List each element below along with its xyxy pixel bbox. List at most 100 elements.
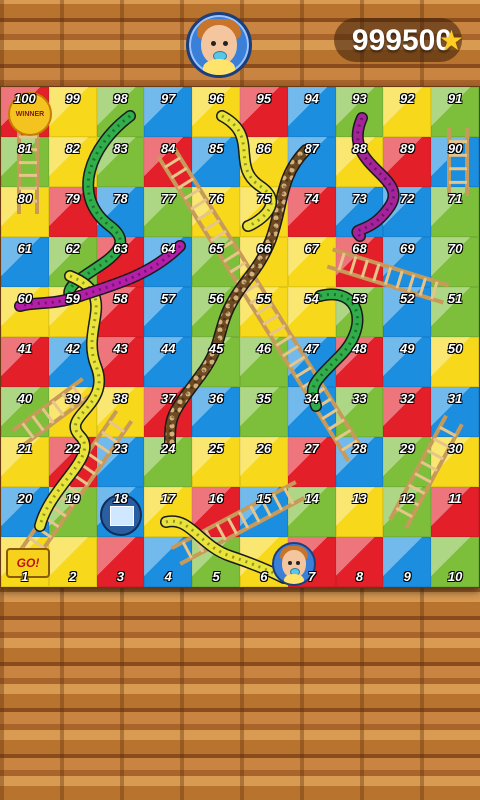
board-cell[interactable]: 66 bbox=[239, 237, 288, 287]
board-cell[interactable]: 99 bbox=[48, 87, 97, 137]
board-cell[interactable]: 23 bbox=[96, 437, 145, 487]
board-cell[interactable]: 81 bbox=[1, 137, 49, 187]
board-cell[interactable]: 21 bbox=[1, 437, 49, 487]
board-cell[interactable]: 45 bbox=[192, 337, 240, 387]
board-cell[interactable]: 73 bbox=[335, 187, 384, 237]
board-cell[interactable]: 27 bbox=[287, 437, 336, 487]
board-cell[interactable]: 52 bbox=[383, 287, 432, 337]
board-cell[interactable]: 44 bbox=[144, 337, 193, 387]
board-cell[interactable]: 32 bbox=[383, 387, 432, 437]
board-cell[interactable]: 71 bbox=[431, 187, 479, 237]
board-cell[interactable]: 25 bbox=[192, 437, 240, 487]
board-cell[interactable]: 34 bbox=[287, 387, 336, 437]
board-cell[interactable]: 14 bbox=[287, 487, 336, 537]
board-cell[interactable]: 40 bbox=[1, 387, 49, 437]
board-cell[interactable]: 12 bbox=[383, 487, 432, 537]
board-cell[interactable]: 84 bbox=[144, 137, 193, 187]
cell-number: 89 bbox=[400, 141, 415, 156]
board-cell[interactable]: 59 bbox=[48, 287, 97, 337]
board-cell[interactable]: 69 bbox=[383, 237, 432, 287]
board-cell[interactable]: 10 bbox=[431, 537, 479, 587]
board-cell[interactable]: 80 bbox=[1, 187, 49, 237]
board-cell[interactable]: 82 bbox=[48, 137, 97, 187]
board-cell[interactable]: 39 bbox=[48, 387, 97, 437]
board-cell[interactable]: 57 bbox=[144, 287, 193, 337]
board-cell[interactable]: 30 bbox=[431, 437, 479, 487]
board-cell[interactable]: 95 bbox=[239, 87, 288, 137]
board-cell[interactable]: 88 bbox=[335, 137, 384, 187]
board-cell[interactable]: 97 bbox=[144, 87, 193, 137]
board-cell[interactable]: 4 bbox=[144, 537, 193, 587]
board-cell[interactable]: 74 bbox=[287, 187, 336, 237]
board-cell[interactable]: 83 bbox=[96, 137, 145, 187]
board-cell[interactable]: 47 bbox=[287, 337, 336, 387]
board-cell[interactable]: 42 bbox=[48, 337, 97, 387]
board-cell[interactable]: 58 bbox=[96, 287, 145, 337]
board-cell[interactable]: 9 bbox=[383, 537, 432, 587]
board-cell[interactable]: 91 bbox=[431, 87, 479, 137]
board-cell[interactable]: 36 bbox=[192, 387, 240, 437]
board-cell[interactable]: 49 bbox=[383, 337, 432, 387]
board-cell[interactable]: 17 bbox=[144, 487, 193, 537]
player-avatar[interactable] bbox=[186, 12, 252, 78]
board-cell[interactable]: 8 bbox=[335, 537, 384, 587]
board-cell[interactable]: 63 bbox=[96, 237, 145, 287]
board-cell[interactable]: 93 bbox=[335, 87, 384, 137]
board-cell[interactable]: 53 bbox=[335, 287, 384, 337]
board-cell[interactable]: 67 bbox=[287, 237, 336, 287]
board-cell[interactable]: 38 bbox=[96, 387, 145, 437]
board-cell[interactable]: 78 bbox=[96, 187, 145, 237]
board-cell[interactable]: 35 bbox=[239, 387, 288, 437]
board-cell[interactable]: 79 bbox=[48, 187, 97, 237]
board-cell[interactable]: 62 bbox=[48, 237, 97, 287]
board-cell[interactable]: 43 bbox=[96, 337, 145, 387]
board-cell[interactable]: 48 bbox=[335, 337, 384, 387]
board-cell[interactable]: 26 bbox=[239, 437, 288, 487]
board-cell[interactable]: 41 bbox=[1, 337, 49, 387]
board-cell[interactable]: 11 bbox=[431, 487, 479, 537]
board-cell[interactable]: 98 bbox=[96, 87, 145, 137]
board-cell[interactable]: 29 bbox=[383, 437, 432, 487]
board-cell[interactable]: 61 bbox=[1, 237, 49, 287]
board-cell[interactable]: 85 bbox=[192, 137, 240, 187]
board-cell[interactable]: 31 bbox=[431, 387, 479, 437]
board-cell[interactable]: 65 bbox=[192, 237, 240, 287]
board-cell[interactable]: 28 bbox=[335, 437, 384, 487]
board-cell[interactable]: 19 bbox=[48, 487, 97, 537]
board-cell[interactable]: 55 bbox=[239, 287, 288, 337]
board-cell[interactable]: 94 bbox=[287, 87, 336, 137]
board-cell[interactable]: 72 bbox=[383, 187, 432, 237]
board-cell[interactable]: 86 bbox=[239, 137, 288, 187]
board-cell[interactable]: 51 bbox=[431, 287, 479, 337]
board-cell[interactable]: 68 bbox=[335, 237, 384, 287]
board-cell[interactable]: 5 bbox=[192, 537, 240, 587]
board-cell[interactable]: 16 bbox=[192, 487, 240, 537]
board-cell[interactable]: 50 bbox=[431, 337, 479, 387]
board-cell[interactable]: 2 bbox=[48, 537, 97, 587]
board-cell[interactable]: 13 bbox=[335, 487, 384, 537]
board-cell[interactable]: 64 bbox=[144, 237, 193, 287]
board-cell[interactable]: 70 bbox=[431, 237, 479, 287]
board-cell[interactable]: 37 bbox=[144, 387, 193, 437]
cell-number: 95 bbox=[256, 91, 272, 106]
board-cell[interactable]: 56 bbox=[192, 287, 240, 337]
board-cell[interactable]: 76 bbox=[192, 187, 240, 237]
board-cell[interactable]: 24 bbox=[144, 437, 193, 487]
cell-number: 45 bbox=[208, 341, 224, 356]
board-cell[interactable]: 77 bbox=[144, 187, 193, 237]
board-cell[interactable]: 87 bbox=[287, 137, 336, 187]
board-cell[interactable]: 92 bbox=[383, 87, 432, 137]
board-cell[interactable]: 60 bbox=[1, 287, 49, 337]
board-cell[interactable]: 96 bbox=[192, 87, 240, 137]
board-cell[interactable]: 89 bbox=[383, 137, 432, 187]
board-cell[interactable]: 75 bbox=[239, 187, 288, 237]
board-cell[interactable]: 15 bbox=[239, 487, 288, 537]
board-cell[interactable]: 33 bbox=[335, 387, 384, 437]
board-cell[interactable]: 22 bbox=[48, 437, 97, 487]
board-cell[interactable]: 3 bbox=[96, 537, 145, 587]
board-cell[interactable]: 46 bbox=[239, 337, 288, 387]
board-cell[interactable]: 90 bbox=[431, 137, 479, 187]
cell-number: 72 bbox=[400, 191, 415, 206]
board-cell[interactable]: 54 bbox=[287, 287, 336, 337]
board-cell[interactable]: 20 bbox=[1, 487, 49, 537]
